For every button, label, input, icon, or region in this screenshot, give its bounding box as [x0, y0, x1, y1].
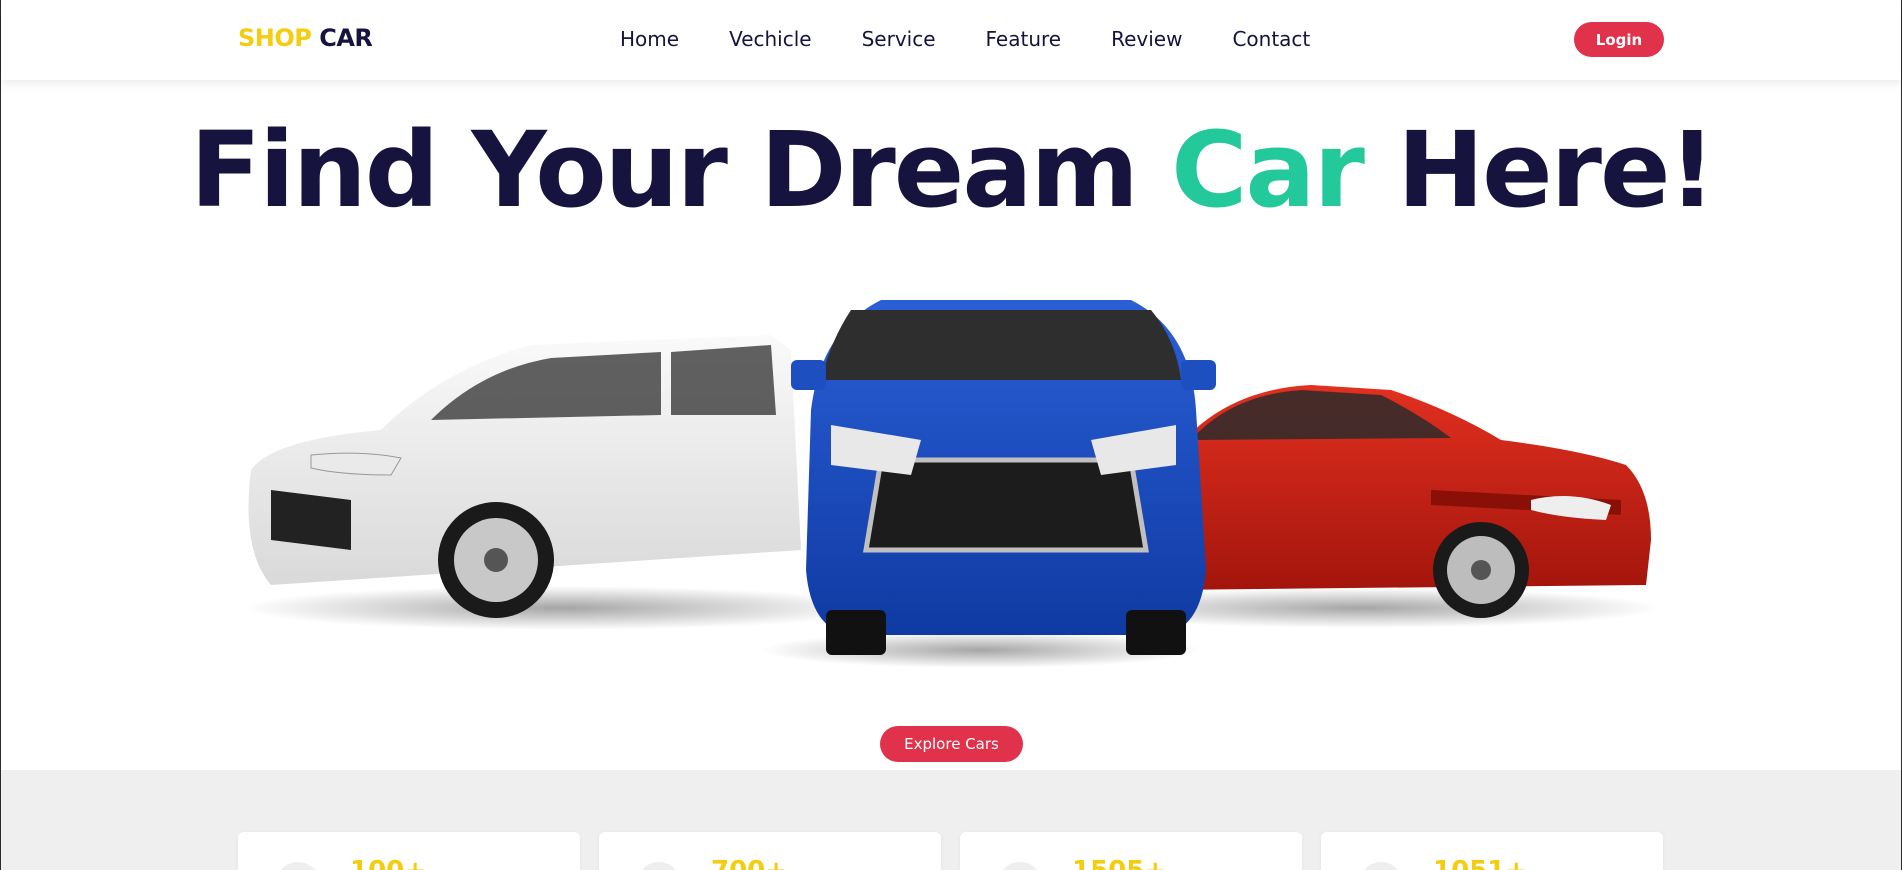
stat-value: 1051+ — [1433, 856, 1527, 870]
nav-links: Home Vechicle Service Feature Review Con… — [620, 27, 1360, 51]
stat-circle-icon — [1359, 862, 1403, 870]
stat-value: 1505+ — [1072, 856, 1166, 870]
stat-value: 100+ — [350, 856, 426, 870]
hero-title-part2: Here! — [1397, 109, 1716, 231]
navbar: SHOP CAR Home Vechicle Service Feature R… — [1, 0, 1901, 80]
blue-car — [791, 300, 1216, 655]
stat-value: 700+ — [711, 856, 787, 870]
nav-review[interactable]: Review — [1111, 27, 1182, 51]
white-car — [248, 335, 801, 618]
nav-feature[interactable]: Feature — [986, 27, 1062, 51]
stat-card: 1505+ — [960, 832, 1302, 870]
logo[interactable]: SHOP CAR — [238, 24, 373, 52]
cars-image — [241, 300, 1661, 668]
nav-home[interactable]: Home — [620, 27, 679, 51]
hero-title-part1: Find Your Dream — [190, 109, 1139, 231]
stat-card: 700+ — [599, 832, 941, 870]
nav-service[interactable]: Service — [862, 27, 936, 51]
stat-circle-icon — [637, 862, 681, 870]
stat-card: 1051+ — [1321, 832, 1663, 870]
explore-cars-button[interactable]: Explore Cars — [880, 726, 1023, 762]
nav-vehicle[interactable]: Vechicle — [729, 27, 812, 51]
hero-title: Find Your Dream Car Here! — [1, 110, 1902, 230]
stat-card: 100+ — [238, 832, 580, 870]
stats-section: 100+ 700+ 1505+ 1051+ — [1, 770, 1901, 870]
login-button[interactable]: Login — [1574, 22, 1664, 57]
nav-contact[interactable]: Contact — [1232, 27, 1310, 51]
logo-shop: SHOP — [238, 24, 312, 52]
logo-car: CAR — [319, 24, 373, 52]
red-car — [1161, 385, 1651, 618]
hero-title-accent: Car — [1171, 109, 1365, 231]
stat-circle-icon — [276, 862, 320, 870]
stat-circle-icon — [998, 862, 1042, 870]
